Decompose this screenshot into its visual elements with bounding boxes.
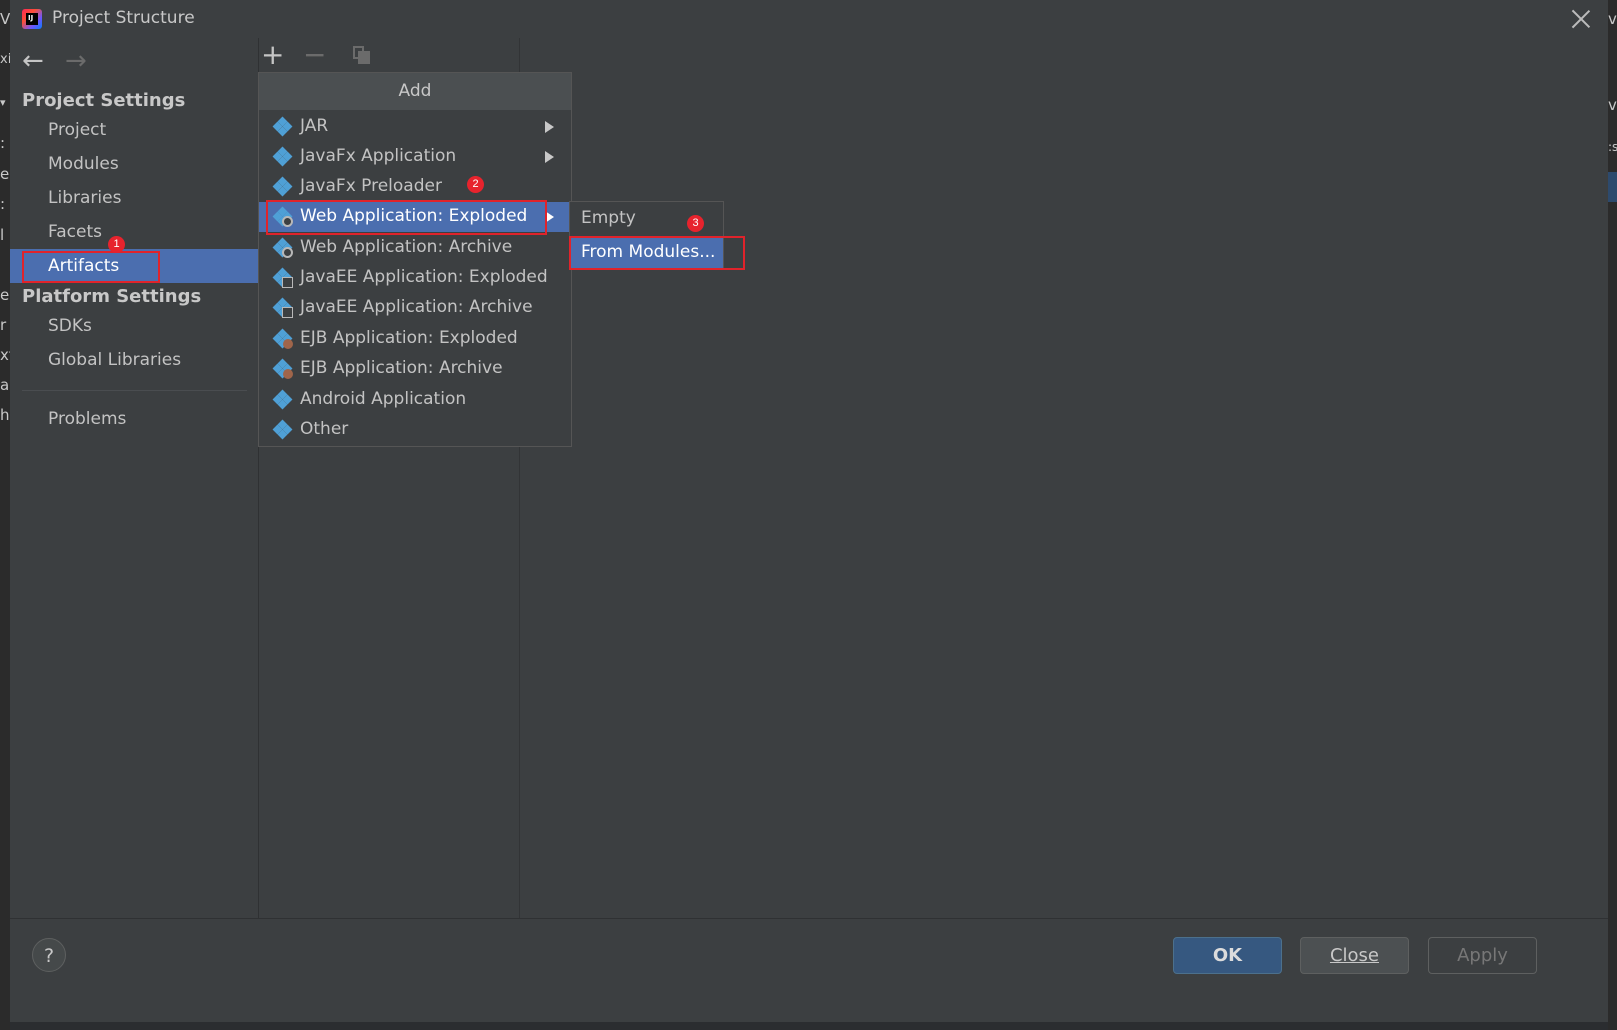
artifact-icon bbox=[272, 146, 293, 167]
platform-settings-header: Platform Settings bbox=[22, 286, 202, 307]
annotation-box-artifacts bbox=[22, 251, 160, 283]
sidebar-item-problems[interactable]: Problems bbox=[48, 409, 126, 429]
menu-item-javafx-application[interactable]: JavaFx Application bbox=[259, 142, 571, 172]
edge-text: : bbox=[0, 195, 6, 213]
title-bar: IJ Project Structure bbox=[10, 0, 1608, 38]
settings-sidebar: ← → Project Settings Project Modules Lib… bbox=[10, 38, 258, 948]
dialog-title: Project Structure bbox=[52, 8, 195, 28]
edge-text: v bbox=[1608, 10, 1617, 28]
apply-button[interactable]: Apply bbox=[1428, 937, 1537, 974]
artifact-icon bbox=[272, 116, 293, 137]
menu-item-label: Android Application bbox=[300, 389, 467, 409]
edge-text: ▾ bbox=[0, 96, 6, 109]
edge-text: xt bbox=[0, 346, 10, 364]
javaee-artifact-icon bbox=[272, 267, 293, 288]
edge-text: V bbox=[0, 10, 10, 28]
add-icon[interactable]: + bbox=[261, 40, 284, 70]
menu-item-ejb-application-exploded[interactable]: EJB Application: Exploded bbox=[259, 324, 571, 354]
annotation-badge-1: 1 bbox=[108, 236, 125, 253]
artifact-icon bbox=[272, 176, 293, 197]
menu-title: Add bbox=[259, 73, 571, 110]
menu-item-android-application[interactable]: Android Application bbox=[259, 385, 571, 415]
submenu-arrow-icon bbox=[545, 151, 554, 163]
edge-text: xi bbox=[0, 52, 10, 67]
menu-item-label: JAR bbox=[300, 116, 329, 136]
web-artifact-icon bbox=[272, 237, 293, 258]
menu-item-label: JavaFx Preloader bbox=[300, 176, 442, 196]
ok-button[interactable]: OK bbox=[1173, 937, 1282, 974]
artifact-icon bbox=[272, 389, 293, 410]
annotation-badge-2: 2 bbox=[467, 176, 484, 193]
menu-item-label: JavaEE Application: Exploded bbox=[300, 267, 548, 287]
edge-text: :s bbox=[1608, 140, 1617, 154]
remove-icon[interactable]: − bbox=[303, 40, 326, 70]
menu-item-label: JavaEE Application: Archive bbox=[300, 297, 533, 317]
menu-item-javaee-application-exploded[interactable]: JavaEE Application: Exploded bbox=[259, 263, 571, 293]
edge-text: h bbox=[0, 406, 10, 424]
close-icon[interactable] bbox=[1568, 6, 1594, 32]
sidebar-item-libraries[interactable]: Libraries bbox=[48, 188, 121, 208]
edge-text: el bbox=[0, 286, 10, 304]
project-structure-dialog: IJ Project Structure ← → Project Setting… bbox=[10, 0, 1608, 1022]
menu-item-ejb-application-archive[interactable]: EJB Application: Archive bbox=[259, 354, 571, 384]
annotation-badge-3: 3 bbox=[687, 215, 704, 232]
menu-item-jar[interactable]: JAR bbox=[259, 112, 571, 142]
javaee-artifact-icon bbox=[272, 297, 293, 318]
add-artifact-popup-menu: Add JAR JavaFx Application JavaFx Preloa… bbox=[258, 72, 572, 447]
menu-item-javaee-application-archive[interactable]: JavaEE Application: Archive bbox=[259, 293, 571, 323]
ejb-artifact-icon bbox=[272, 358, 293, 379]
edge-selection bbox=[1608, 172, 1617, 202]
sidebar-item-global-libraries[interactable]: Global Libraries bbox=[48, 350, 181, 370]
sidebar-item-project[interactable]: Project bbox=[48, 120, 106, 140]
menu-item-label: Web Application: Archive bbox=[300, 237, 513, 257]
edge-text: l bbox=[0, 226, 5, 244]
sidebar-divider bbox=[22, 390, 247, 391]
edge-text: e bbox=[0, 165, 10, 183]
menu-item-label: EJB Application: Archive bbox=[300, 358, 503, 378]
menu-item-web-application-archive[interactable]: Web Application: Archive bbox=[259, 233, 571, 263]
edge-text: r bbox=[0, 316, 7, 334]
footer-divider bbox=[10, 918, 1608, 919]
artifact-icon bbox=[272, 419, 293, 440]
intellij-app-icon: IJ bbox=[22, 9, 42, 29]
menu-item-label: Other bbox=[300, 419, 349, 439]
ejb-artifact-icon bbox=[272, 328, 293, 349]
edge-text: : bbox=[0, 134, 6, 152]
help-button[interactable]: ? bbox=[32, 938, 66, 972]
menu-item-label: JavaFx Application bbox=[300, 146, 457, 166]
submenu-arrow-icon bbox=[545, 121, 554, 133]
sidebar-item-facets[interactable]: Facets bbox=[48, 222, 102, 242]
copy-icon[interactable] bbox=[353, 46, 371, 64]
edge-text: v bbox=[1608, 96, 1617, 114]
back-arrow-icon[interactable]: ← bbox=[22, 48, 44, 74]
sidebar-item-sdks[interactable]: SDKs bbox=[48, 316, 92, 336]
menu-item-label: EJB Application: Exploded bbox=[300, 328, 518, 348]
sidebar-item-modules[interactable]: Modules bbox=[48, 154, 119, 174]
forward-arrow-icon[interactable]: → bbox=[65, 48, 87, 74]
background-window-left-edge: V xi ▾ : e : l el r xt a h bbox=[0, 0, 10, 1030]
annotation-box-from-modules bbox=[569, 236, 745, 270]
menu-item-javafx-preloader[interactable]: JavaFx Preloader bbox=[259, 172, 571, 202]
annotation-box-web-exploded bbox=[266, 200, 547, 235]
submenu-item-label: Empty bbox=[581, 208, 636, 228]
edge-text: a bbox=[0, 376, 10, 394]
background-window-right-edge: v v :s bbox=[1608, 0, 1617, 1030]
close-button[interactable]: Close bbox=[1300, 937, 1409, 974]
project-settings-header: Project Settings bbox=[22, 90, 186, 111]
menu-item-other[interactable]: Other bbox=[259, 415, 571, 445]
